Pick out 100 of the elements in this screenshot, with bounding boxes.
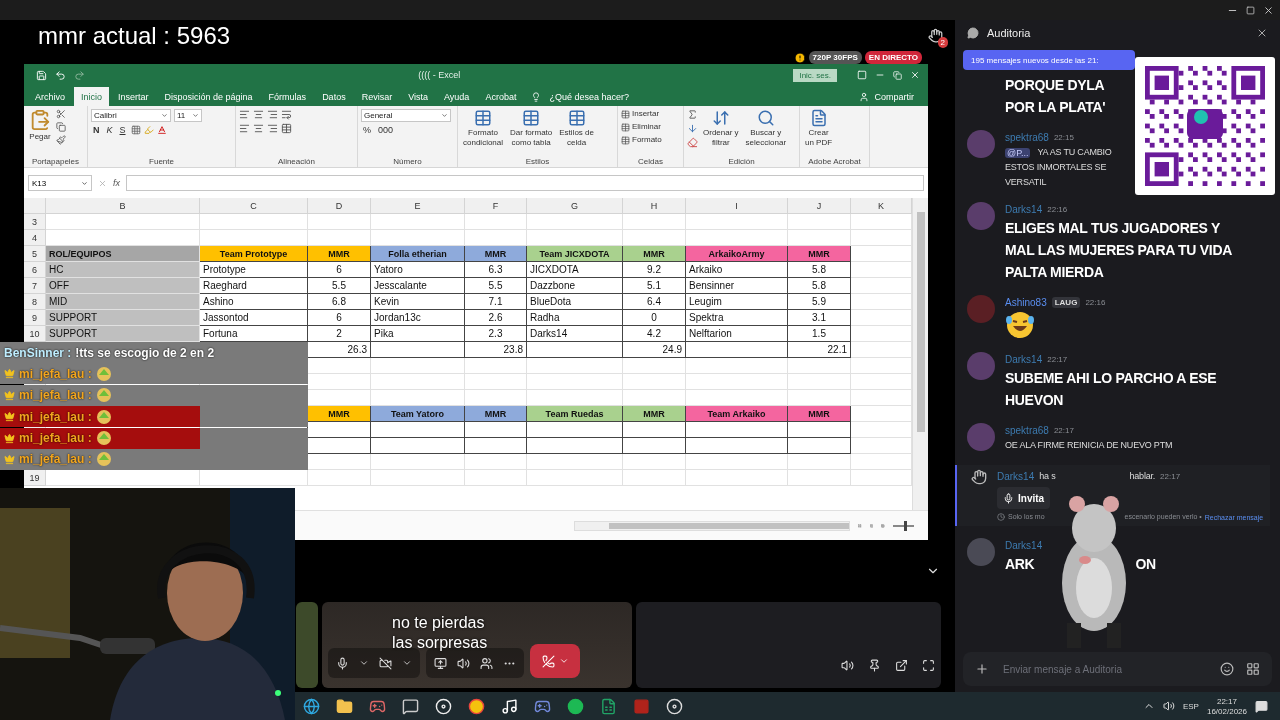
circle-icon[interactable] (567, 697, 584, 715)
align-icon[interactable] (253, 123, 264, 134)
speaker-icon[interactable] (1162, 700, 1175, 712)
language-indicator[interactable]: ESP (1182, 701, 1199, 711)
ribbon-tab[interactable]: Datos (315, 87, 353, 106)
row-number[interactable]: 7 (24, 278, 46, 294)
column-header[interactable]: G (527, 198, 623, 214)
notification-icon[interactable] (1255, 699, 1268, 713)
scrollbar-thumb[interactable] (916, 212, 925, 432)
ribbon-tab[interactable]: Revisar (354, 87, 400, 106)
insert-function-button[interactable]: fx (113, 178, 120, 188)
styles-button[interactable]: Dar formato como tabla (508, 109, 555, 147)
zoom-thumb[interactable] (904, 520, 908, 531)
new-messages-banner[interactable]: 195 mensajes nuevos desde las 21: (963, 50, 1135, 70)
user-name[interactable]: spektra68 (1005, 132, 1049, 143)
ribbon-tab[interactable]: Inicio (74, 87, 110, 106)
close-icon[interactable] (1256, 27, 1268, 39)
create-pdf-button[interactable]: Crear un PDF (803, 109, 835, 147)
microphone-icon[interactable] (336, 656, 349, 670)
style-button[interactable]: K (104, 125, 115, 135)
globe-icon[interactable] (303, 697, 320, 715)
column-header[interactable]: C (200, 198, 308, 214)
message-field[interactable]: Enviar mensaje a Auditoria (1001, 662, 1208, 676)
number-format-select[interactable]: General (361, 109, 451, 122)
user-name[interactable]: Darks14 (1005, 204, 1043, 215)
user-name[interactable]: Darks14 (1005, 540, 1043, 551)
formula-field[interactable] (126, 175, 924, 191)
styles-button[interactable]: Formato condicional (461, 109, 506, 147)
disc-icon[interactable] (435, 697, 452, 715)
speaker-icon[interactable] (457, 656, 470, 670)
cut-icon[interactable] (56, 109, 66, 119)
style-button[interactable]: S (117, 125, 128, 135)
sum-icon[interactable] (687, 109, 698, 120)
cells-button[interactable]: Insertar (621, 109, 660, 119)
save-icon[interactable] (36, 69, 47, 81)
apps-icon[interactable] (1246, 662, 1260, 676)
mention[interactable]: @P... (1005, 147, 1031, 158)
ribbon-tab[interactable]: Vista (401, 87, 435, 106)
align-icon[interactable] (239, 109, 250, 120)
lightbulb-icon[interactable] (531, 92, 542, 102)
ribbon-tab[interactable]: Acrobat (478, 87, 524, 106)
font-color-icon[interactable] (156, 125, 167, 135)
align-icon[interactable] (239, 123, 250, 134)
close-icon[interactable] (910, 70, 920, 80)
message-icon[interactable] (402, 697, 419, 715)
editing-button[interactable]: Ordenar y filtrar (701, 109, 741, 147)
align-icon[interactable] (267, 123, 278, 134)
cells-button[interactable]: Eliminar (621, 122, 661, 132)
column-header[interactable]: F (465, 198, 527, 214)
style-button[interactable]: N (91, 125, 102, 135)
restore-icon[interactable] (893, 70, 902, 80)
copy-icon[interactable] (56, 122, 66, 132)
row-number[interactable]: 5 (24, 246, 46, 262)
wrap-text-icon[interactable] (281, 109, 292, 120)
invite-button[interactable]: Invita (997, 487, 1051, 509)
column-header[interactable]: E (371, 198, 465, 214)
cells-button[interactable]: Formato (621, 135, 662, 145)
caret-icon[interactable] (359, 658, 369, 668)
camera-off-icon[interactable] (379, 656, 392, 670)
share-button[interactable]: Compartir (874, 87, 928, 106)
align-icon[interactable] (267, 109, 278, 120)
number-format-button[interactable]: 000 (376, 125, 396, 135)
column-header[interactable]: D (308, 198, 371, 214)
circle-icon[interactable] (468, 697, 485, 715)
user-name[interactable]: Darks14 (1005, 354, 1043, 365)
user-name[interactable]: Darks14 (997, 471, 1035, 482)
fullscreen-icon[interactable] (922, 659, 935, 672)
horizontal-scrollbar[interactable] (574, 520, 850, 531)
ribbon-tab[interactable]: Insertar (111, 87, 156, 106)
plus-icon[interactable] (975, 662, 989, 676)
undo-icon[interactable] (55, 69, 66, 81)
row-number[interactable]: 9 (24, 310, 46, 326)
people-icon[interactable] (480, 656, 493, 670)
folder-icon[interactable] (336, 697, 353, 715)
disc-icon[interactable] (666, 697, 683, 715)
emoji-icon[interactable] (1220, 662, 1234, 676)
close-icon[interactable] (1263, 4, 1274, 16)
pin-icon[interactable] (868, 659, 881, 672)
format-painter-icon[interactable] (56, 135, 66, 145)
music-icon[interactable] (501, 697, 518, 715)
merge-icon[interactable] (281, 123, 292, 134)
hang-up-button[interactable] (530, 644, 580, 678)
row-number[interactable]: 8 (24, 294, 46, 310)
ribbon-tab[interactable]: Fórmulas (261, 87, 314, 106)
row-number[interactable]: 4 (24, 230, 46, 246)
fill-icon[interactable] (687, 123, 698, 134)
name-box[interactable]: K13 (28, 175, 92, 191)
row-number[interactable]: 3 (24, 214, 46, 230)
spreadsheet-icon[interactable] (600, 697, 617, 715)
align-icon[interactable] (253, 109, 264, 120)
fill-color-icon[interactable] (143, 125, 154, 135)
clock[interactable]: 22:17 16/02/2026 (1206, 696, 1247, 716)
eraser-icon[interactable] (687, 137, 698, 148)
font-size-select[interactable]: 11 (174, 109, 202, 122)
borders-icon[interactable] (130, 125, 141, 135)
tell-me-field[interactable]: ¿Qué desea hacer? (549, 87, 629, 106)
caret-icon[interactable] (402, 658, 412, 668)
column-header[interactable]: K (851, 198, 912, 214)
row-number[interactable]: 6 (24, 262, 46, 278)
user-name[interactable]: Ashino83 (1005, 297, 1047, 308)
